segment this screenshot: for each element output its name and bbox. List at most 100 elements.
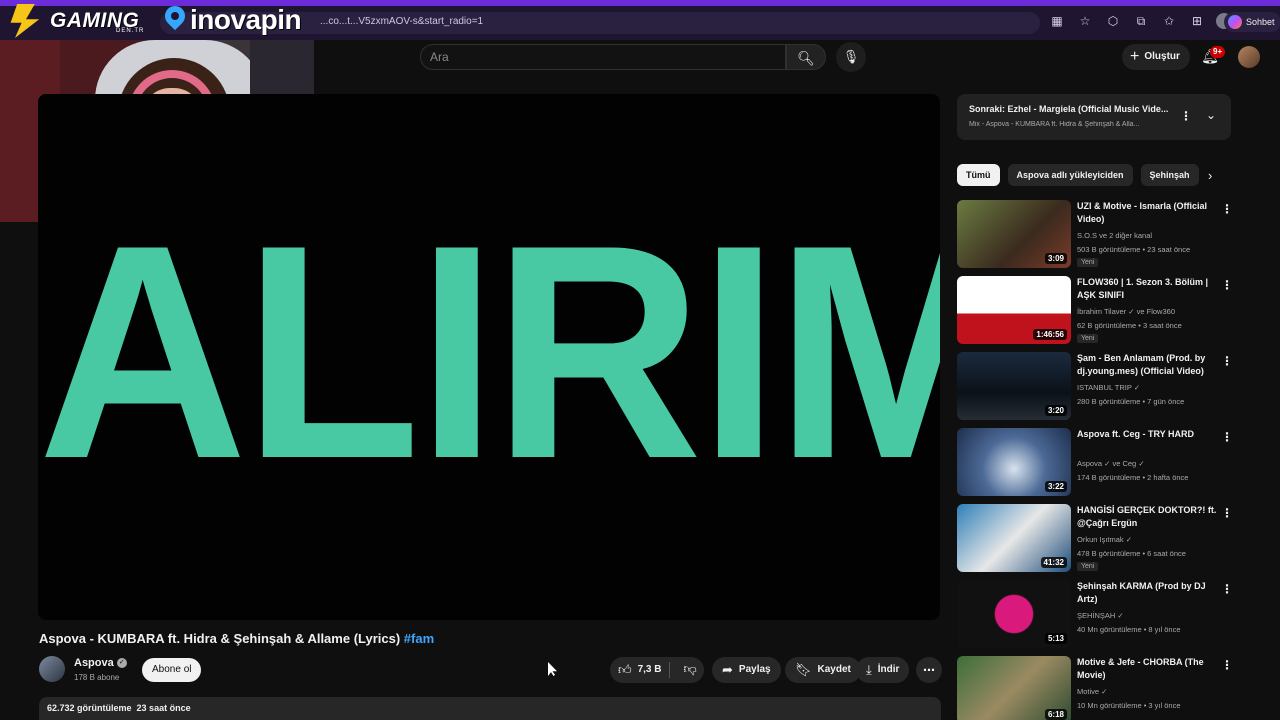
list-item[interactable]: 3:22 Aspova ft. Ceg - TRY HARD Aspova ✓ … — [957, 428, 1237, 502]
up-next-menu-icon[interactable]: ⋮ — [1180, 109, 1192, 123]
recommendation-list: 3:09 UZI & Motive - Ismarla (Official Vi… — [957, 200, 1237, 720]
share-button[interactable]: ➦ Paylaş — [712, 657, 781, 683]
video-hashtag[interactable]: #fam — [404, 631, 434, 646]
rec-views: 503 B görüntüleme • 23 saat önce — [1077, 245, 1191, 254]
list-item[interactable]: 3:09 UZI & Motive - Ismarla (Official Vi… — [957, 200, 1237, 274]
rec-channel[interactable]: ŞEHİNŞAH ✓ — [1077, 611, 1217, 620]
verified-icon: ✓ — [116, 658, 127, 669]
like-button[interactable]: 👍︎ 7,3 B — [610, 657, 663, 683]
chip-from-uploader[interactable]: Aspova adlı yükleyiciden — [1007, 164, 1133, 186]
create-button[interactable]: + Oluştur — [1122, 44, 1190, 70]
video-thumbnail[interactable]: 41:32 — [957, 504, 1071, 572]
save-label: Kaydet — [817, 664, 851, 675]
channel-avatar[interactable] — [39, 656, 65, 682]
rec-title[interactable]: FLOW360 | 1. Sezon 3. Bölüm | AŞK SINIFI — [1077, 276, 1217, 302]
rec-menu-icon[interactable]: ⋮ — [1221, 506, 1233, 520]
list-item[interactable]: 1:46:56 FLOW360 | 1. Sezon 3. Bölüm | AŞ… — [957, 276, 1237, 350]
dislike-button[interactable]: 👎︎ — [676, 656, 704, 684]
rec-menu-icon[interactable]: ⋮ — [1221, 430, 1233, 444]
rec-channel[interactable]: Motive ✓ — [1077, 687, 1217, 696]
mouse-cursor-icon — [548, 662, 557, 676]
video-duration: 3:09 — [1044, 253, 1067, 264]
extension-icon[interactable]: ⬡ — [1104, 12, 1122, 30]
rec-channel[interactable]: İbrahim Tilaver ✓ ve Flow360 — [1077, 307, 1217, 316]
chevron-down-icon[interactable]: ⌄ — [1206, 108, 1216, 122]
new-badge: Yeni — [1077, 334, 1099, 343]
split-screen-icon[interactable]: ⧉ — [1132, 12, 1150, 30]
rec-views: 478 B görüntüleme • 6 saat önce — [1077, 549, 1186, 558]
video-thumbnail[interactable]: 3:09 — [957, 200, 1071, 268]
rec-title[interactable]: Şehinşah KARMA (Prod by DJ Artz) — [1077, 580, 1217, 606]
video-thumbnail[interactable]: 3:20 — [957, 352, 1071, 420]
rec-views: 40 Mn görüntüleme • 8 yıl önce — [1077, 625, 1181, 634]
upload-time: 23 saat önce — [136, 703, 191, 713]
rec-menu-icon[interactable]: ⋮ — [1221, 354, 1233, 368]
thumbs-down-icon: 👎︎ — [683, 661, 697, 676]
rec-title[interactable]: Şam - Ben Anlamam (Prod. by dj.young.mes… — [1077, 352, 1217, 378]
save-button[interactable]: 🔖︎ Kaydet — [785, 657, 861, 683]
list-item[interactable]: 5:13 Şehinşah KARMA (Prod by DJ Artz) ŞE… — [957, 580, 1237, 654]
rec-title[interactable]: Aspova ft. Ceg - TRY HARD — [1077, 428, 1217, 441]
rec-menu-icon[interactable]: ⋮ — [1221, 582, 1233, 596]
like-divider — [669, 662, 671, 678]
list-item[interactable]: 3:20 Şam - Ben Anlamam (Prod. by dj.youn… — [957, 352, 1237, 426]
chip-all[interactable]: Tümü — [957, 164, 1000, 186]
video-duration: 3:20 — [1044, 405, 1067, 416]
video-thumbnail[interactable]: 1:46:56 — [957, 276, 1071, 344]
video-thumbnail[interactable]: 5:13 — [957, 580, 1071, 648]
rec-title[interactable]: Motive & Jefe - CHORBA (The Movie) — [1077, 656, 1217, 682]
like-dislike-group: 👍︎ 7,3 B 👎︎ — [610, 657, 704, 683]
collections-icon[interactable]: ⊞ — [1188, 12, 1206, 30]
notification-badge: 9+ — [1210, 46, 1226, 58]
channel-name[interactable]: Aspova ✓ — [74, 657, 127, 669]
account-avatar[interactable] — [1238, 46, 1260, 68]
address-url: ...co...t...V5zxmAOV-s&start_radio=1 — [320, 16, 484, 27]
video-meta: 62.732 görüntüleme 23 saat önce — [47, 703, 191, 713]
more-actions-button[interactable]: ⋯ — [916, 657, 942, 683]
subscribe-button[interactable]: Abone ol — [142, 658, 202, 682]
video-frame-text: ALIRIM — [38, 181, 940, 523]
new-badge: Yeni — [1077, 562, 1099, 571]
create-label: Oluştur — [1144, 51, 1180, 62]
rec-channel[interactable]: Orkun Işıtmak ✓ — [1077, 535, 1217, 544]
list-item[interactable]: 41:32 HANGİSİ GERÇEK DOKTOR?! ft. @Çağrı… — [957, 504, 1237, 578]
rec-views: 174 B görüntüleme • 2 hafta önce — [1077, 473, 1189, 482]
search-button[interactable]: 🔍︎ — [786, 44, 826, 70]
rec-menu-icon[interactable]: ⋮ — [1221, 658, 1233, 672]
list-item[interactable]: 6:18 Motive & Jefe - CHORBA (The Movie) … — [957, 656, 1237, 720]
favorite-star-icon[interactable]: ☆ — [1076, 12, 1094, 30]
chip-sehinsah[interactable]: Şehinşah — [1140, 164, 1199, 186]
rec-title[interactable]: UZI & Motive - Ismarla (Official Video) — [1077, 200, 1217, 226]
favorites-icon[interactable]: ✩ — [1160, 12, 1178, 30]
video-duration: 41:32 — [1040, 557, 1067, 568]
rec-menu-icon[interactable]: ⋮ — [1221, 278, 1233, 292]
rec-title[interactable]: HANGİSİ GERÇEK DOKTOR?! ft. @Çağrı Ergün — [1077, 504, 1217, 530]
video-duration: 5:13 — [1044, 633, 1067, 644]
voice-search-button[interactable]: 🎙︎ — [836, 42, 866, 72]
view-count: 62.732 görüntüleme — [47, 703, 132, 713]
channel-name-text[interactable]: Aspova — [74, 657, 114, 669]
rec-channel[interactable]: ISTANBUL TRIP ✓ — [1077, 383, 1217, 392]
search-input[interactable] — [430, 48, 770, 66]
inovapin-logo-text: inovapin — [190, 4, 302, 35]
rec-channel[interactable]: S.O.S ve 2 diğer kanal — [1077, 231, 1217, 240]
chevron-right-icon[interactable]: › — [1208, 168, 1212, 183]
gaming-logo-subtext: DEN.TR — [116, 28, 145, 34]
microphone-icon: 🎙︎ — [842, 49, 860, 64]
download-button[interactable]: ⤓ İndir — [856, 657, 910, 683]
chat-button[interactable]: Sohbet — [1224, 12, 1280, 32]
video-duration: 3:22 — [1044, 481, 1067, 492]
video-thumbnail[interactable]: 6:18 — [957, 656, 1071, 720]
rec-views: 10 Mn görüntüleme • 3 yıl önce — [1077, 701, 1181, 710]
subscriber-count: 178 B abone — [74, 673, 120, 682]
video-title: Aspova - KUMBARA ft. Hidra & Şehinşah & … — [39, 631, 434, 646]
rec-channel[interactable]: Aspova ✓ ve Ceg ✓ — [1077, 459, 1217, 468]
rec-menu-icon[interactable]: ⋮ — [1221, 202, 1233, 216]
gaming-logo: GAMING — [4, 2, 139, 40]
download-label: İndir — [877, 664, 900, 675]
up-next-subtitle: Mix - Aspova - KUMBARA ft. Hidra & Şehin… — [969, 121, 1140, 128]
read-mode-icon[interactable]: ▦ — [1048, 12, 1066, 30]
lightning-bolt-icon — [10, 4, 40, 38]
video-player[interactable]: ALIRIM — [38, 94, 940, 620]
video-thumbnail[interactable]: 3:22 — [957, 428, 1071, 496]
